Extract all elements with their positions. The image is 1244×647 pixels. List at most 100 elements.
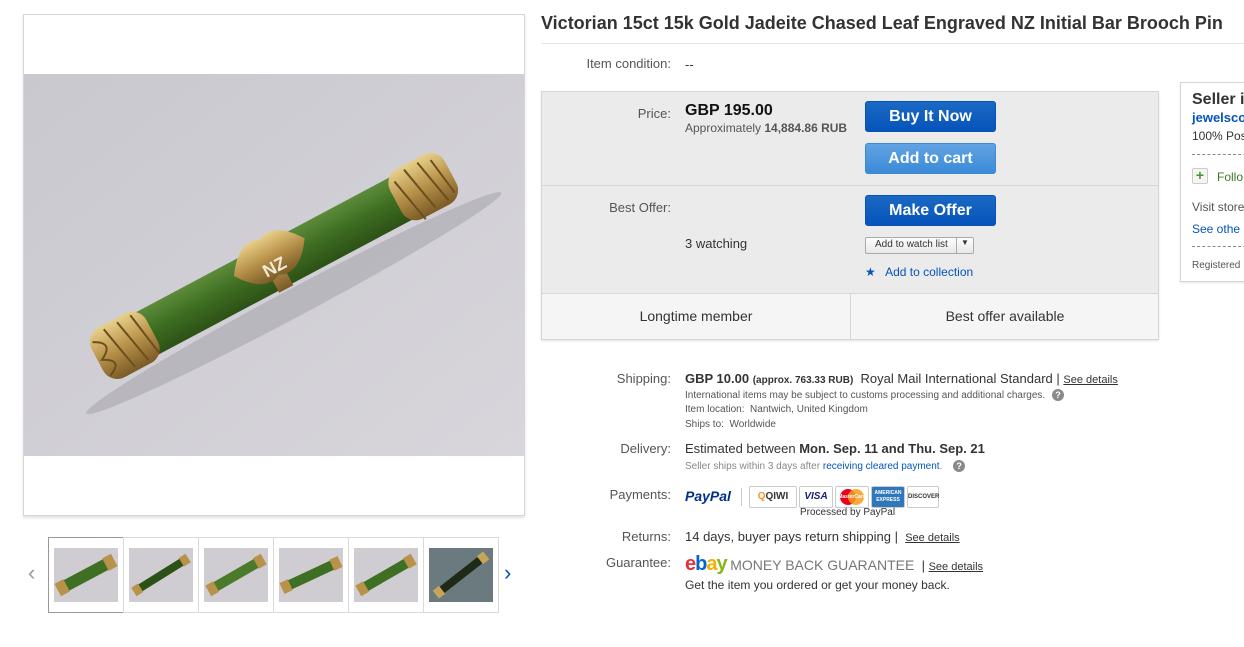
dropdown-separator xyxy=(956,238,957,253)
chevron-right-icon[interactable]: › xyxy=(504,561,511,585)
thumbnail-strip: ‹ › xyxy=(28,537,528,613)
chevron-left-icon[interactable]: ‹ xyxy=(28,561,35,585)
seller-divider-1 xyxy=(1192,154,1244,155)
price-approx-value: 14,884.86 RUB xyxy=(764,121,848,135)
qiwi-label: QIWI xyxy=(765,491,789,502)
condition-value: -- xyxy=(685,57,694,72)
condition-label: Item condition: xyxy=(586,56,671,71)
add-to-collection-label: Add to collection xyxy=(885,265,974,279)
ebay-logo: ebay xyxy=(685,553,728,575)
shipping-line: GBP 10.00 (approx. 763.33 RUB) Royal Mai… xyxy=(685,371,1118,386)
delivery-estimate: Estimated between Mon. Sep. 11 and Thu. … xyxy=(685,441,985,456)
add-to-cart-button[interactable]: Add to cart xyxy=(865,143,996,174)
shipping-amount: GBP 10.00 xyxy=(685,371,750,386)
guarantee-separator: | xyxy=(921,558,925,573)
star-icon: ★ xyxy=(865,265,876,279)
seller-divider-2 xyxy=(1192,246,1244,247)
add-to-collection-link[interactable]: ★ Add to collection xyxy=(865,265,973,279)
ebay-logo-a: a xyxy=(706,553,717,575)
buy-it-now-button[interactable]: Buy It Now xyxy=(865,101,996,132)
ebay-logo-e: e xyxy=(685,553,696,575)
cleared-payment-link[interactable]: receiving cleared payment xyxy=(823,461,940,472)
delivery-note-suffix: . xyxy=(939,461,943,472)
returns-text: 14 days, buyer pays return shipping xyxy=(685,529,891,544)
delivery-range: Mon. Sep. 11 and Thu. Sep. 21 xyxy=(799,441,985,456)
delivery-note-prefix: Seller ships within 3 days after xyxy=(685,461,821,472)
returns-policy: 14 days, buyer pays return shipping | Se… xyxy=(685,529,960,544)
guarantee-text: Get the item you ordered or get your mon… xyxy=(685,578,950,592)
paypal-logo: PayPal xyxy=(685,488,731,504)
payment-divider xyxy=(741,488,742,506)
see-other-items-link[interactable]: See othe xyxy=(1192,222,1240,236)
seller-info-box: Seller i jewelsco 100% Pos + Follo Visit… xyxy=(1180,82,1244,282)
payments-label: Payments: xyxy=(609,487,671,502)
price-divider xyxy=(542,185,1158,186)
plus-icon[interactable]: + xyxy=(1192,168,1208,184)
best-offer-available-badge: Best offer available xyxy=(945,308,1065,324)
item-location: Item location: Nantwich, United Kingdom xyxy=(685,404,868,415)
price-box: Price: GBP 195.00 Approximately 14,884.8… xyxy=(541,91,1159,340)
price-approx-prefix: Approximately xyxy=(685,121,762,135)
help-icon[interactable]: ? xyxy=(1051,389,1064,401)
highlights-row: Longtime member Best offer available xyxy=(542,293,1158,340)
visit-store-link[interactable]: Visit store xyxy=(1192,200,1244,214)
seller-heading: Seller i xyxy=(1192,91,1244,108)
main-image-frame: NZ xyxy=(23,14,525,516)
price-approx: Approximately 14,884.86 RUB xyxy=(685,121,847,135)
customs-note: International items may be subject to cu… xyxy=(685,389,1064,401)
make-offer-button[interactable]: Make Offer xyxy=(865,195,996,226)
mastercard-logo: MasterCard xyxy=(835,486,869,508)
dropdown-arrow-icon[interactable]: ▼ xyxy=(961,238,969,247)
seller-registered: Registered xyxy=(1192,260,1241,271)
delivery-note: Seller ships within 3 days after receivi… xyxy=(685,460,966,472)
money-back-guarantee: ebay MONEY BACK GUARANTEE | See details xyxy=(685,553,983,576)
returns-separator: | xyxy=(894,529,898,544)
ebay-logo-y: y xyxy=(716,553,727,575)
ships-to-label: Ships to: xyxy=(685,419,724,430)
add-to-watch-list-button[interactable]: Add to watch list ▼ xyxy=(865,237,974,254)
thumbnail-4[interactable] xyxy=(273,537,349,613)
guarantee-label: Guarantee: xyxy=(605,555,671,570)
mastercard-label: MasterCard xyxy=(838,494,866,500)
shipping-see-details-link[interactable]: See details xyxy=(1063,374,1117,386)
thumbnail-5[interactable] xyxy=(348,537,424,613)
main-product-image[interactable]: NZ xyxy=(24,74,524,456)
thumbnail-6[interactable] xyxy=(423,537,499,613)
help-icon[interactable]: ? xyxy=(953,460,966,472)
brooch-illustration: NZ xyxy=(24,74,524,456)
returns-see-details-link[interactable]: See details xyxy=(905,532,959,544)
watching-count: 3 watching xyxy=(685,236,748,251)
mbg-text: MONEY BACK GUARANTEE xyxy=(730,557,915,573)
shipping-approx: (approx. 763.33 RUB) xyxy=(752,375,854,386)
follow-seller-link[interactable]: Follo xyxy=(1217,170,1243,184)
ships-to: Ships to: Worldwide xyxy=(685,419,776,430)
qiwi-logo: QQIWI xyxy=(749,486,797,508)
delivery-prefix: Estimated between xyxy=(685,441,796,456)
thumbnail-1[interactable] xyxy=(48,537,124,613)
visa-logo: VISA xyxy=(799,486,833,508)
shipping-service: Royal Mail International Standard xyxy=(860,371,1053,386)
thumbnail-2[interactable] xyxy=(123,537,199,613)
customs-note-text: International items may be subject to cu… xyxy=(685,390,1046,401)
price-label: Price: xyxy=(637,106,671,121)
guarantee-see-details-link[interactable]: See details xyxy=(929,561,983,573)
item-location-value: Nantwich, United Kingdom xyxy=(750,404,868,415)
seller-name-link[interactable]: jewelsco xyxy=(1192,110,1244,125)
shipping-separator: | xyxy=(1056,371,1060,386)
thumbnail-3[interactable] xyxy=(198,537,274,613)
watch-list-label: Add to watch list xyxy=(875,239,948,250)
best-offer-label: Best Offer: xyxy=(609,200,671,215)
amex-logo: AMERICAN EXPRESS xyxy=(871,486,905,508)
ships-to-value: Worldwide xyxy=(729,419,776,430)
item-title: Victorian 15ct 15k Gold Jadeite Chased L… xyxy=(541,13,1223,33)
longtime-member-badge: Longtime member xyxy=(639,308,753,324)
delivery-label: Delivery: xyxy=(620,441,671,456)
ebay-logo-b: b xyxy=(695,553,707,575)
processed-by-paypal: Processed by PayPal xyxy=(800,507,896,518)
qiwi-icon: Q xyxy=(757,491,766,502)
shipping-label: Shipping: xyxy=(616,371,671,386)
title-divider xyxy=(541,43,1244,44)
seller-feedback: 100% Pos xyxy=(1192,129,1244,143)
returns-label: Returns: xyxy=(621,529,671,544)
discover-logo: DISCOVER xyxy=(907,486,939,508)
